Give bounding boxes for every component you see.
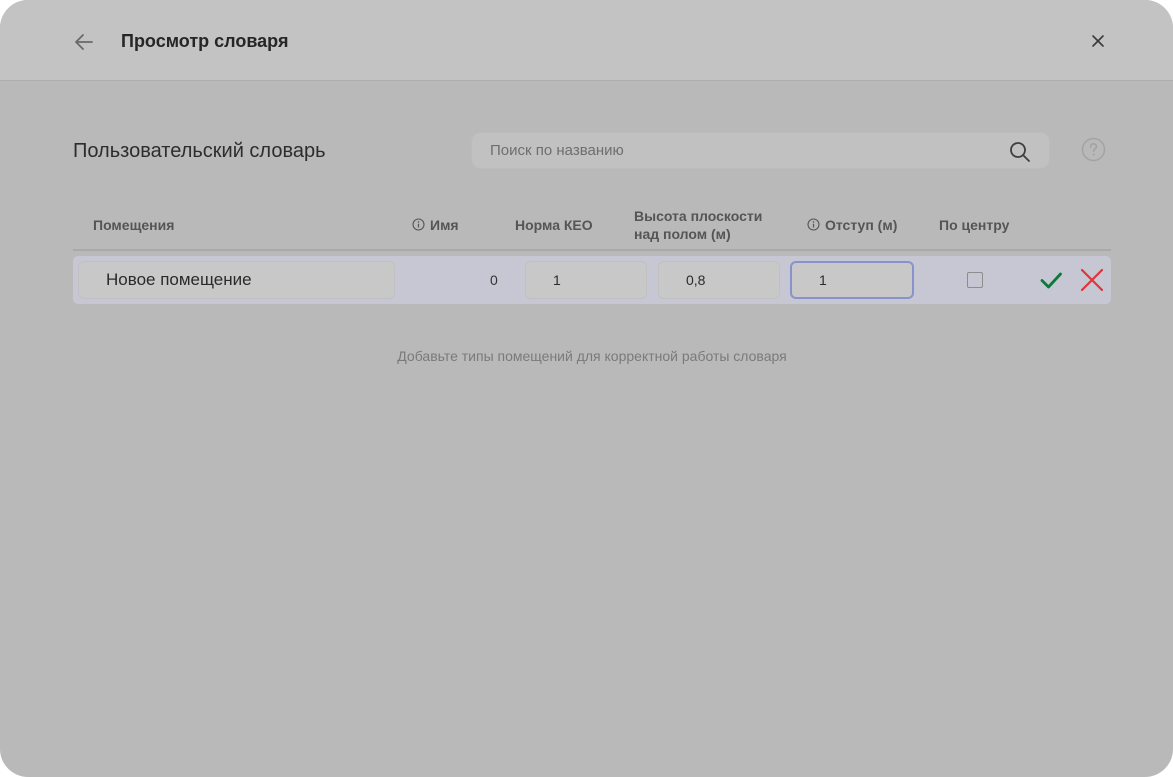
section-title: Пользовательский словарь <box>73 140 326 162</box>
empty-hint: Добавьте типы помещений для корректной р… <box>397 348 787 364</box>
dictionary-dialog: Просмотр словаря Пользовательский словар… <box>0 0 1173 777</box>
dialog-title: Просмотр словаря <box>121 31 289 51</box>
keo-input[interactable] <box>525 261 647 299</box>
dialog-header: Просмотр словаря <box>0 0 1173 81</box>
search-input[interactable] <box>490 133 990 168</box>
close-icon[interactable] <box>1087 30 1109 52</box>
header-height: Высота плоскости над полом (м) <box>634 207 762 243</box>
question-circle-icon[interactable] <box>1081 137 1106 162</box>
info-circle-icon[interactable] <box>412 217 425 235</box>
table-header-divider <box>73 249 1111 251</box>
cross-icon[interactable] <box>1078 266 1106 294</box>
header-height-line2: над полом (м) <box>634 226 731 242</box>
arrow-left-icon[interactable] <box>70 28 98 56</box>
header-height-line1: Высота плоскости <box>634 208 763 224</box>
search-box <box>471 132 1050 169</box>
room-name-input[interactable] <box>78 261 395 299</box>
header-name: Имя <box>412 216 459 235</box>
header-rooms: Помещения <box>93 217 175 233</box>
header-offset: Отступ (м) <box>807 216 897 235</box>
header-center: По центру <box>939 217 1010 233</box>
offset-input[interactable] <box>790 261 914 299</box>
height-input[interactable] <box>658 261 780 299</box>
table-row: 0 <box>73 256 1111 304</box>
header-keo: Норма КЕО <box>515 217 593 233</box>
checkmark-icon[interactable] <box>1039 268 1063 292</box>
search-icon[interactable] <box>1008 140 1032 164</box>
center-checkbox[interactable] <box>967 272 983 288</box>
header-offset-label: Отступ (м) <box>825 217 898 233</box>
header-name-label: Имя <box>430 217 459 233</box>
info-circle-icon[interactable] <box>807 217 820 235</box>
name-value: 0 <box>490 272 498 288</box>
